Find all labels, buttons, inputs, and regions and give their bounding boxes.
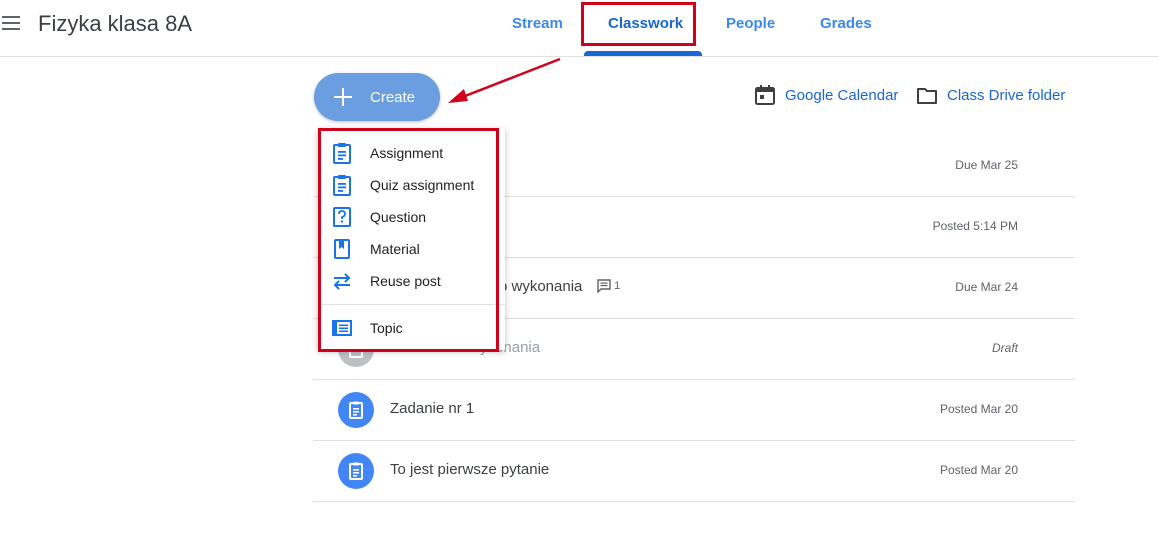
list-item-title: To jest pierwsze pytanie	[390, 461, 550, 478]
top-bar: Fizyka klasa 8A Stream Classwork People …	[0, 0, 1159, 57]
list-item-status: Draft	[991, 341, 1018, 355]
class-drive-folder-label: Class Drive folder	[947, 87, 1066, 104]
create-menu-highlight	[318, 128, 499, 352]
assignment-icon	[338, 453, 374, 489]
tab-people[interactable]: People	[726, 15, 775, 33]
assignment-icon	[338, 392, 374, 428]
tab-grades[interactable]: Grades	[820, 15, 872, 33]
comment-count: 1	[597, 279, 621, 294]
comment-count-value: 1	[614, 279, 621, 292]
list-item-title: o wykonania	[499, 278, 583, 295]
hamburger-menu-icon[interactable]	[2, 16, 20, 30]
create-button[interactable]: Create	[314, 73, 440, 121]
google-calendar-label: Google Calendar	[785, 87, 899, 104]
plus-icon	[334, 88, 352, 106]
tab-stream[interactable]: Stream	[512, 15, 563, 33]
comment-icon	[597, 279, 611, 294]
list-item[interactable]: To jest pierwsze pytanie Posted Mar 20	[313, 441, 1075, 502]
annotation-arrow	[448, 57, 561, 103]
folder-icon	[917, 88, 937, 104]
classwork-tab-highlight	[581, 2, 696, 46]
list-item-due: Due Mar 25	[955, 158, 1018, 172]
calendar-icon	[755, 85, 775, 105]
class-drive-folder-link[interactable]: Class Drive folder	[916, 84, 1071, 106]
list-item-posted: Posted 5:14 PM	[932, 219, 1018, 233]
list-item-posted: Posted Mar 20	[939, 402, 1018, 416]
create-button-label: Create	[370, 89, 416, 106]
google-calendar-link[interactable]: Google Calendar	[754, 84, 904, 106]
class-title[interactable]: Fizyka klasa 8A	[38, 10, 192, 38]
list-item[interactable]: Zadanie nr 1 Posted Mar 20	[313, 380, 1075, 441]
list-item-due: Due Mar 24	[955, 280, 1018, 294]
list-item-title: Zadanie nr 1	[390, 400, 475, 417]
list-item-posted: Posted Mar 20	[939, 463, 1018, 477]
active-tab-indicator	[584, 51, 702, 56]
